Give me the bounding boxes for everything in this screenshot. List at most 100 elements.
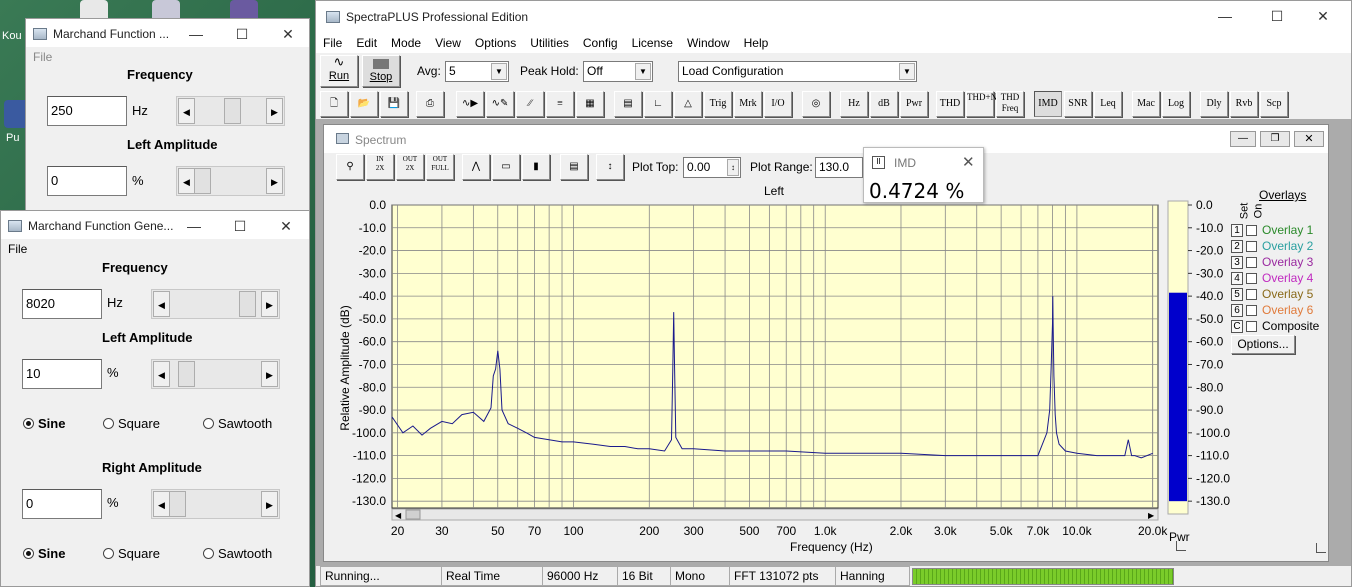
maximize-button[interactable]: ☐ [1254,1,1300,31]
slider-thumb[interactable] [178,361,195,387]
minimize-button[interactable]: — [171,211,217,241]
sine-radio-2[interactable]: Sine [23,546,65,561]
signal-forward-icon[interactable]: ∿▶ [456,91,484,117]
open-folder-icon[interactable]: 📂 [350,91,378,117]
square-radio[interactable]: Square [103,416,160,431]
close-button[interactable]: ✕ [1300,1,1346,31]
title-bar[interactable]: SpectraPLUS Professional Edition — ☐ ✕ [316,1,1351,33]
overlay-set-button[interactable]: 6 [1231,303,1243,317]
right-arrow-icon[interactable]: ▶ [266,168,283,194]
frequency-slider[interactable]: ◀ ▶ [176,96,285,126]
menu-license[interactable]: License [625,36,680,50]
table-view-icon[interactable]: ▤ [614,91,642,117]
left-amplitude-input[interactable]: 10 [22,359,102,389]
triangle-meter-icon[interactable]: △ [674,91,702,117]
properties-icon[interactable]: ▤ [560,154,588,180]
signal-edit-icon[interactable]: ∿✎ [486,91,514,117]
frequency-input[interactable]: 250 [47,96,127,126]
configuration-select[interactable]: Load Configuration ▼ [678,61,917,82]
plot-top-input[interactable]: 0.00 ↕ [683,157,741,178]
dly-button[interactable]: Dly [1200,91,1228,117]
trig-button[interactable]: Trig [704,91,732,117]
menu-help[interactable]: Help [737,36,776,50]
hz-button[interactable]: Hz [840,91,868,117]
overlay-checkbox[interactable] [1246,304,1257,316]
overlay-checkbox[interactable] [1246,272,1257,284]
scp-button[interactable]: Scp [1260,91,1288,117]
left-amplitude-slider[interactable]: ◀ ▶ [151,359,280,389]
close-button[interactable]: ✕ [263,211,309,241]
menu-view[interactable]: View [428,36,468,50]
overlay-checkbox[interactable] [1246,288,1257,300]
zoom-out-full-icon[interactable]: OUT FULL [426,154,454,180]
frequency-slider[interactable]: ◀ ▶ [151,289,280,319]
waveform-stack-icon[interactable]: ≡ [546,91,574,117]
zoom-in-2x-icon[interactable]: IN 2X [366,154,394,180]
title-bar[interactable]: Marchand Function Gene... — ☐ ✕ [1,211,309,241]
overlay-set-button[interactable]: 1 [1231,223,1243,237]
restore-button[interactable]: ❐ [1260,131,1290,147]
thd-freq-button[interactable]: THD Freq [996,91,1024,117]
minimize-button[interactable]: — [1202,1,1248,31]
axis-view-icon[interactable]: ∟ [644,91,672,117]
pwr-button[interactable]: Pwr [900,91,928,117]
spectrogram-icon[interactable]: ▦ [576,91,604,117]
menu-config[interactable]: Config [576,36,625,50]
pause-icon[interactable]: II [872,156,885,169]
overlay-set-button[interactable]: 4 [1231,271,1243,285]
snr-button[interactable]: SNR [1064,91,1092,117]
right-arrow-icon[interactable]: ▶ [261,491,278,517]
amplitude-slider[interactable]: ◀ ▶ [176,166,285,196]
minimize-button[interactable]: — [1230,131,1256,147]
right-arrow-icon[interactable]: ▶ [261,361,278,387]
scale-icon[interactable]: ↕ [596,154,624,180]
sawtooth-radio[interactable]: Sawtooth [203,416,272,431]
menu-file[interactable]: File [1,242,34,256]
print-icon[interactable]: ⎙ [416,91,444,117]
overlay-checkbox[interactable] [1246,240,1257,252]
right-amplitude-input[interactable]: 0 [22,489,102,519]
avg-select[interactable]: 5 ▼ [445,61,509,82]
leq-button[interactable]: Leq [1094,91,1122,117]
overlay-set-button[interactable]: 3 [1231,255,1243,269]
close-button[interactable]: ✕ [1294,131,1324,147]
menu-window[interactable]: Window [680,36,737,50]
thd-button[interactable]: THD [936,91,964,117]
options-button[interactable]: Options... [1231,335,1295,354]
close-icon[interactable]: ✕ [962,153,975,171]
menu-edit[interactable]: Edit [349,36,384,50]
title-bar[interactable]: Marchand Function ... — ☐ ✕ [26,19,309,49]
rvb-button[interactable]: Rvb [1230,91,1258,117]
new-file-icon[interactable]: 🗋 [320,91,348,117]
overlay-set-button[interactable]: C [1231,319,1243,333]
slider-thumb[interactable] [239,291,256,317]
right-arrow-icon[interactable]: ▶ [261,291,278,317]
sine-radio[interactable]: Sine [23,416,65,431]
menu-options[interactable]: Options [468,36,523,50]
menu-file[interactable]: File [26,50,59,64]
maximize-button[interactable]: ☐ [217,211,263,241]
amplitude-input[interactable]: 0 [47,166,127,196]
spectrum-title-bar[interactable]: Spectrum — ❐ ✕ [324,125,1328,153]
stop-button[interactable]: Stop [362,55,400,87]
sawtooth-icon[interactable]: ∕∕ [516,91,544,117]
db-button[interactable]: dB [870,91,898,117]
right-amplitude-slider[interactable]: ◀ ▶ [151,489,280,519]
menu-file[interactable]: File [316,36,349,50]
slider-thumb[interactable] [194,168,211,194]
resize-grip-icon[interactable] [1316,543,1326,553]
close-button[interactable]: ✕ [265,19,309,49]
io-button[interactable]: I/O [764,91,792,117]
mrk-button[interactable]: Mrk [734,91,762,117]
zoom-icon[interactable]: ⚲ [336,154,364,180]
minimize-button[interactable]: — [173,19,219,49]
maximize-button[interactable]: ☐ [219,19,265,49]
menu-utilities[interactable]: Utilities [523,36,576,50]
left-arrow-icon[interactable]: ◀ [178,168,195,194]
step-plot-icon[interactable]: ▭ [492,154,520,180]
overlay-checkbox[interactable] [1246,256,1257,268]
save-disk-icon[interactable]: 💾 [380,91,408,117]
right-arrow-icon[interactable]: ▶ [266,98,283,124]
line-plot-icon[interactable]: ⋀ [462,154,490,180]
plot-range-input[interactable]: 130.0 [815,157,863,178]
